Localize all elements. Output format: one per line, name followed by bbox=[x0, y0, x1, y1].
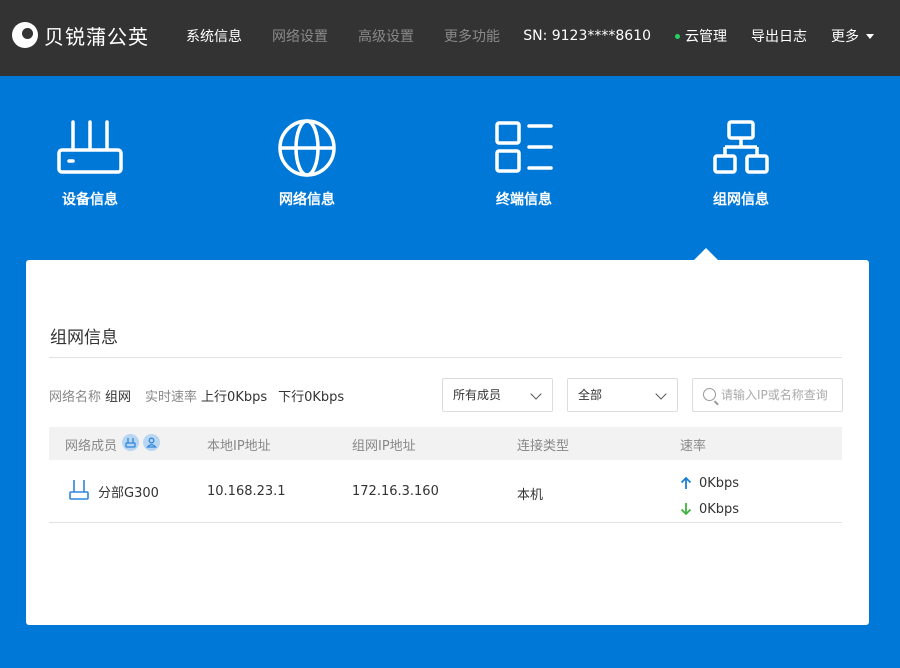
tab-networking-info[interactable]: 组网信息 bbox=[671, 118, 811, 209]
download-speed-value: 0Kbps bbox=[699, 501, 740, 517]
tab-device-info[interactable]: 设备信息 bbox=[20, 118, 160, 209]
download-speed-value: 下行0Kbps bbox=[278, 390, 345, 405]
header-connection-type: 连接类型 bbox=[517, 439, 570, 454]
chevron-down-icon bbox=[530, 388, 542, 400]
router-device-icon bbox=[69, 480, 89, 500]
table-row[interactable]: 分部G300 10.168.23.1 172.16.3.160 本机 0Kbps… bbox=[49, 460, 842, 523]
search-icon bbox=[703, 388, 716, 401]
chevron-down-icon bbox=[655, 388, 667, 400]
local-ip-cell: 10.168.23.1 bbox=[207, 484, 286, 499]
header-right: SN: 9123****8610 云管理 导出日志 更多 bbox=[523, 26, 874, 46]
member-name: 分部G300 bbox=[98, 486, 159, 501]
nav-more-functions[interactable]: 更多功能 bbox=[444, 26, 500, 46]
network-ip-cell: 172.16.3.160 bbox=[352, 484, 439, 499]
type-filter-value: 全部 bbox=[578, 388, 603, 402]
selected-tab-pointer bbox=[694, 248, 718, 260]
globe-icon bbox=[278, 119, 336, 177]
arrow-up-icon bbox=[680, 476, 692, 489]
main-nav: 系统信息 网络设置 高级设置 更多功能 bbox=[186, 26, 530, 46]
upload-speed-value: 0Kbps bbox=[699, 475, 740, 491]
more-menu[interactable]: 更多 bbox=[831, 26, 874, 46]
networking-info-panel: 组网信息 网络名称 组网 实时速率 上行0Kbps 下行0Kbps 所有成员 全… bbox=[26, 260, 869, 625]
list-icon bbox=[495, 121, 553, 173]
nav-network-settings[interactable]: 网络设置 bbox=[272, 26, 328, 46]
tab-network-info[interactable]: 网络信息 bbox=[237, 118, 377, 209]
header-speed: 速率 bbox=[680, 439, 707, 454]
more-menu-label: 更多 bbox=[831, 29, 859, 45]
download-speed: 0Kbps bbox=[680, 496, 739, 522]
tab-networking-info-label: 组网信息 bbox=[713, 192, 769, 208]
logo-mark-icon bbox=[12, 22, 38, 48]
member-filter-value: 所有成员 bbox=[453, 388, 502, 402]
tab-network-info-label: 网络信息 bbox=[279, 192, 335, 208]
nav-advanced-settings[interactable]: 高级设置 bbox=[358, 26, 414, 46]
brand-name: 贝锐蒲公英 bbox=[44, 24, 149, 49]
header-local-ip: 本地IP地址 bbox=[207, 439, 271, 454]
title-divider bbox=[49, 357, 842, 358]
member-filter-select[interactable]: 所有成员 bbox=[442, 378, 553, 412]
table-header: 网络成员 本地IP地址 组网IP地址 连接类型 速率 bbox=[49, 427, 842, 460]
export-log-link[interactable]: 导出日志 bbox=[751, 26, 807, 46]
caret-down-icon bbox=[866, 33, 874, 39]
upload-speed: 0Kbps bbox=[680, 470, 739, 496]
user-filter-icon[interactable] bbox=[143, 434, 160, 451]
brand-logo[interactable]: 贝锐蒲公英 bbox=[12, 21, 149, 49]
search-input[interactable] bbox=[721, 385, 839, 405]
network-name-label: 网络名称 bbox=[49, 390, 102, 405]
cloud-manage-label: 云管理 bbox=[685, 29, 727, 45]
top-bar: 贝锐蒲公英 系统信息 网络设置 高级设置 更多功能 SN: 9123****86… bbox=[0, 0, 900, 76]
upload-speed-value: 上行0Kbps bbox=[201, 390, 268, 405]
member-type-toggles bbox=[122, 434, 164, 451]
online-status-icon bbox=[675, 33, 680, 39]
header-network-ip: 组网IP地址 bbox=[352, 439, 416, 454]
tab-device-info-label: 设备信息 bbox=[62, 192, 118, 208]
speed-cell: 0Kbps 0Kbps bbox=[680, 470, 739, 522]
connection-type-cell: 本机 bbox=[517, 488, 544, 503]
router-icon bbox=[57, 120, 123, 174]
panel-title: 组网信息 bbox=[50, 328, 118, 348]
header-member: 网络成员 bbox=[65, 439, 118, 454]
network-summary: 网络名称 组网 实时速率 上行0Kbps 下行0Kbps bbox=[49, 386, 344, 405]
network-name-value: 组网 bbox=[105, 390, 132, 405]
network-topology-icon bbox=[713, 120, 769, 174]
arrow-down-icon bbox=[680, 503, 692, 516]
search-box bbox=[692, 378, 843, 412]
router-filter-icon[interactable] bbox=[122, 434, 139, 451]
realtime-speed-label: 实时速率 bbox=[145, 390, 198, 405]
type-filter-select[interactable]: 全部 bbox=[567, 378, 678, 412]
cloud-manage-link[interactable]: 云管理 bbox=[675, 26, 727, 46]
tab-terminal-info[interactable]: 终端信息 bbox=[454, 118, 594, 209]
nav-system-info[interactable]: 系统信息 bbox=[186, 26, 242, 46]
tab-terminal-info-label: 终端信息 bbox=[496, 192, 552, 208]
serial-number: SN: 9123****8610 bbox=[523, 28, 651, 44]
